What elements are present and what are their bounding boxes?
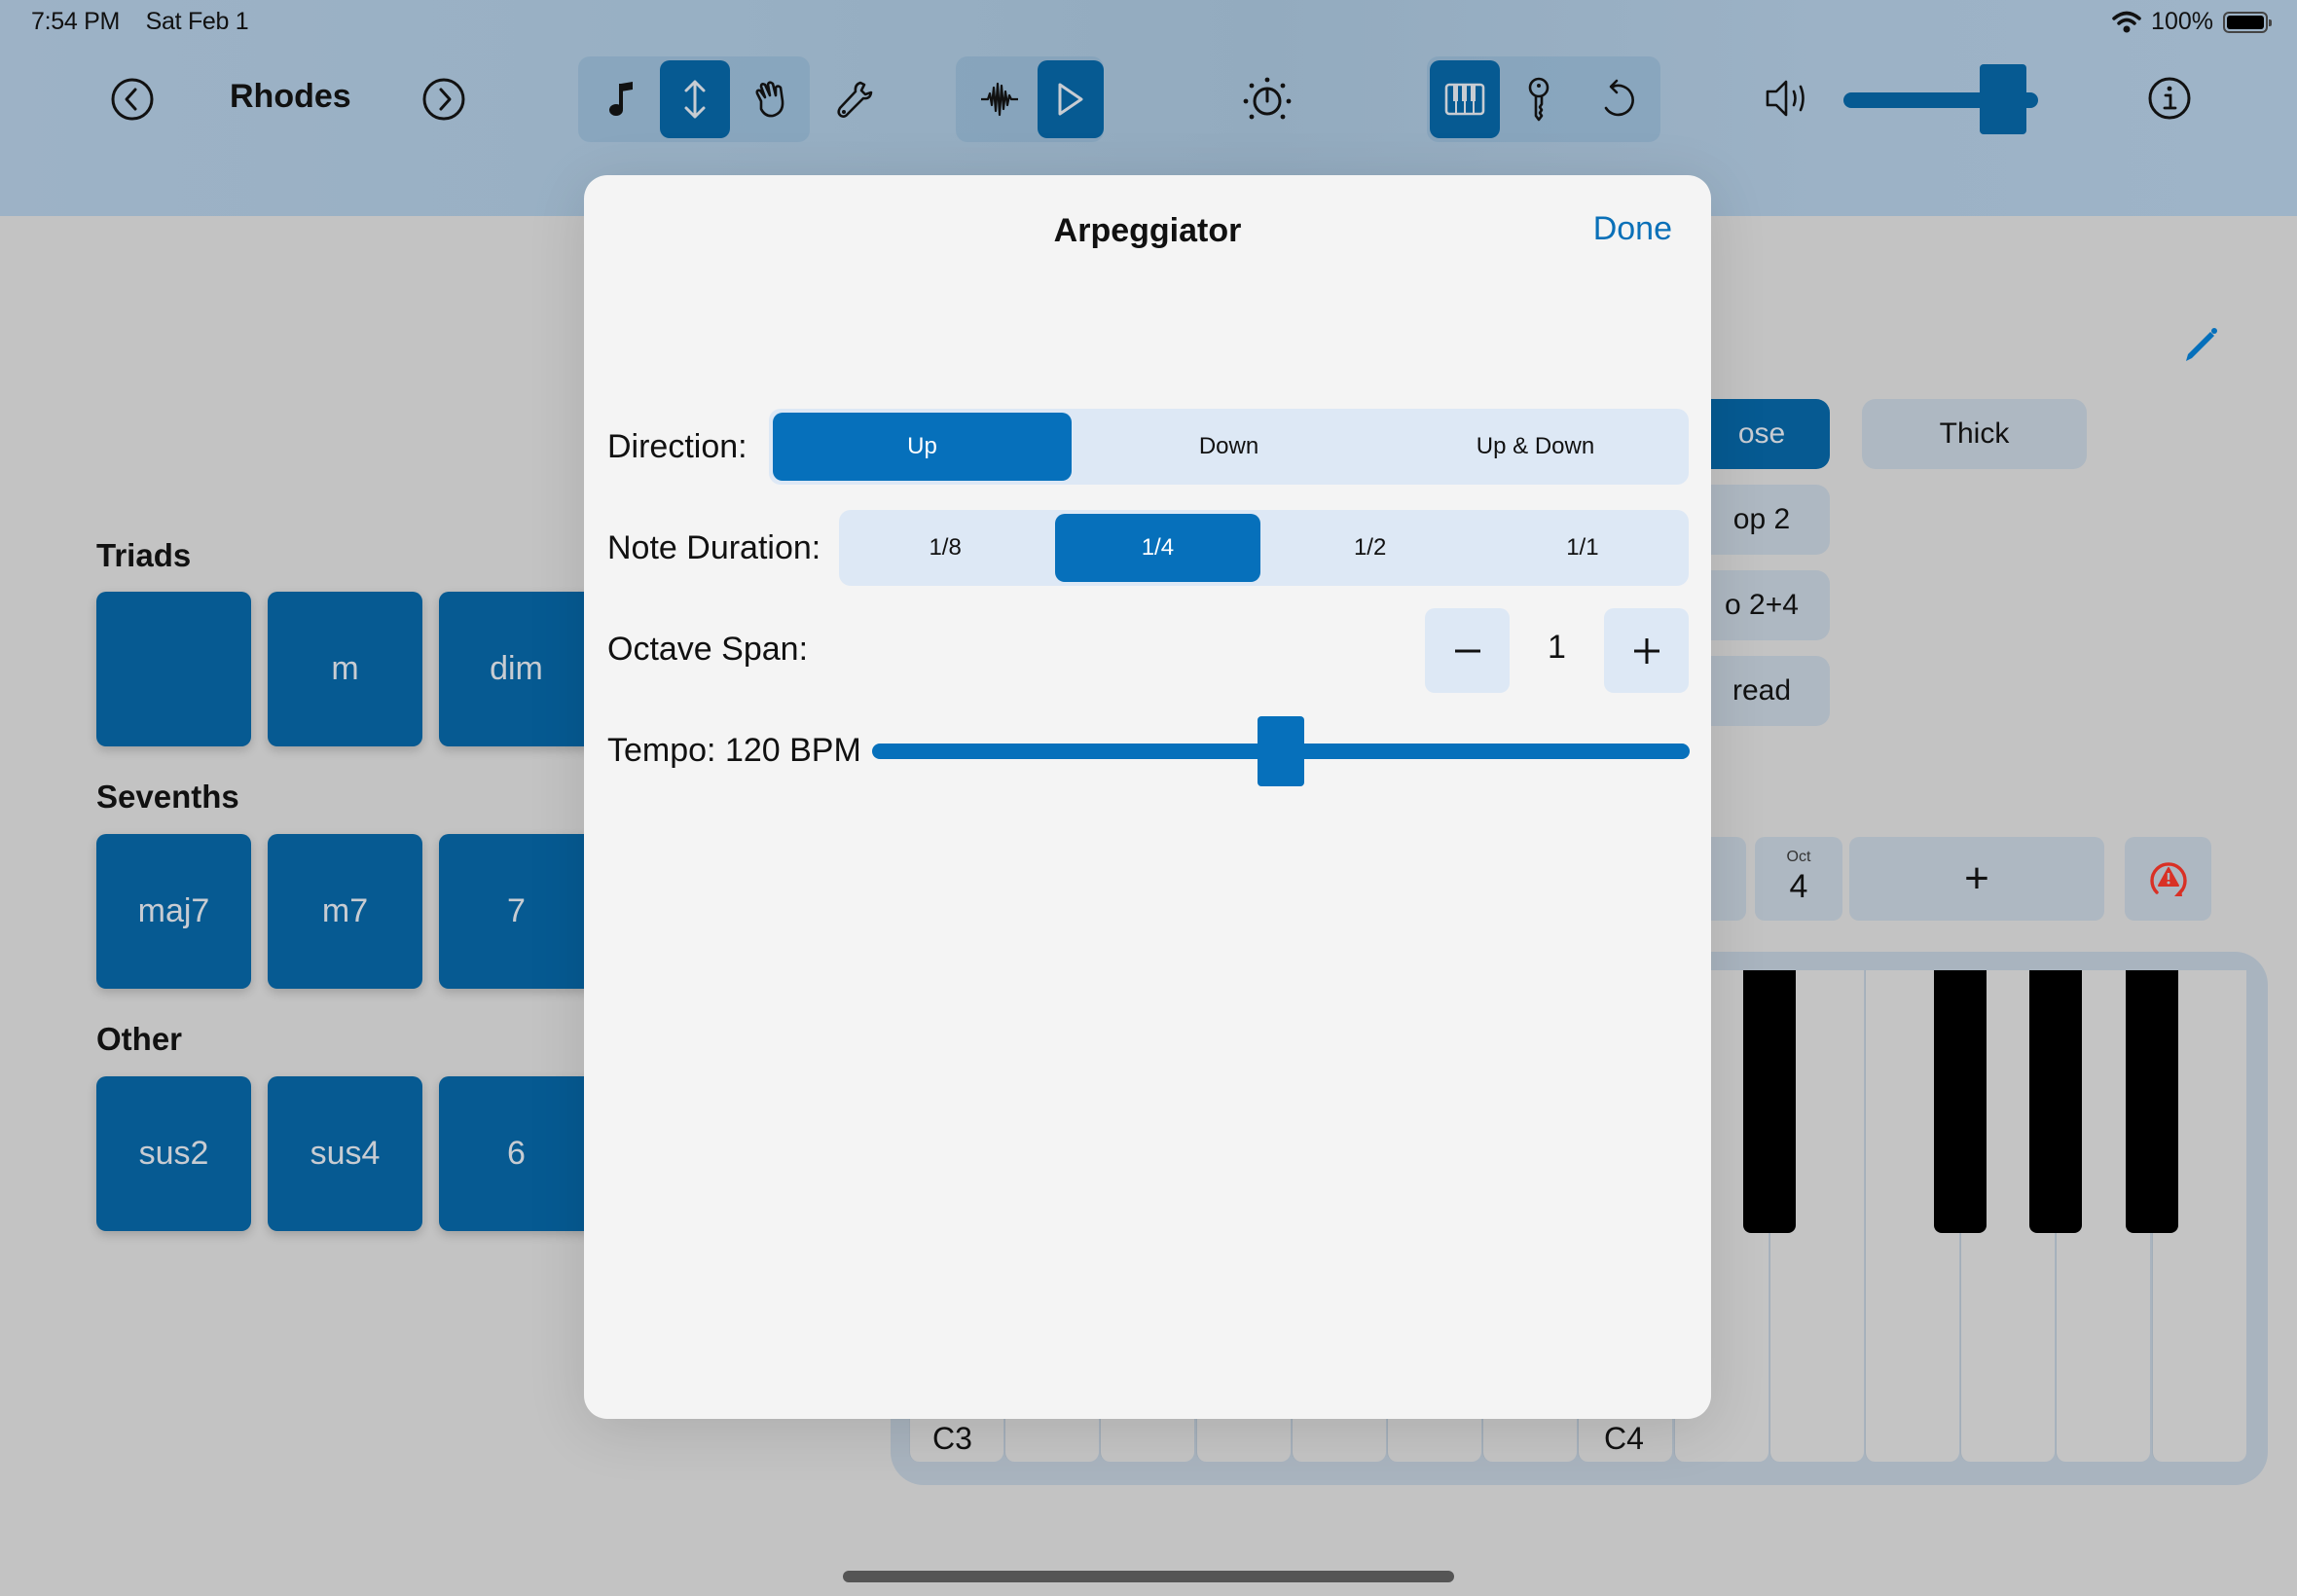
add-button[interactable]: +	[1849, 837, 2104, 921]
chord-button-6[interactable]: 6	[439, 1076, 594, 1231]
octave-span-decrement-button[interactable]	[1425, 608, 1510, 693]
tempo-label: Tempo: 120 BPM	[607, 732, 861, 769]
undo-button[interactable]	[1582, 60, 1652, 138]
tempo-slider-thumb[interactable]	[1258, 716, 1304, 786]
waveform-button[interactable]	[966, 60, 1034, 138]
waveform-icon	[981, 82, 1018, 117]
octave-display[interactable]: Oct 4	[1755, 837, 1842, 921]
chevron-left-circle-icon	[111, 78, 154, 121]
direction-label: Direction:	[607, 428, 747, 465]
wifi-icon	[2112, 11, 2141, 32]
voicing-button-thick[interactable]: Thick	[1862, 399, 2087, 469]
battery-percent: 100%	[2151, 8, 2213, 35]
octave-span-label: Octave Span:	[607, 631, 809, 668]
chord-button-sus2[interactable]: sus2	[96, 1076, 251, 1231]
direction-option-up-down[interactable]: Up & Down	[1386, 413, 1685, 481]
reset-warning-icon	[2149, 862, 2187, 896]
black-key[interactable]	[2125, 970, 2178, 1233]
wrench-icon	[837, 81, 873, 118]
home-indicator[interactable]	[843, 1571, 1454, 1582]
music-note-icon	[609, 82, 633, 116]
duration-option-half[interactable]: 1/2	[1268, 514, 1473, 582]
direction-segmented-control: Up Down Up & Down	[769, 409, 1689, 485]
duration-option-whole[interactable]: 1/1	[1480, 514, 1685, 582]
status-date: Sat Feb 1	[145, 8, 249, 35]
chord-button-minor[interactable]: m	[268, 592, 422, 746]
play-icon	[1058, 83, 1083, 116]
octave-label: Oct	[1786, 849, 1811, 865]
info-button[interactable]	[2145, 74, 2194, 123]
mode-updown-button[interactable]	[660, 60, 730, 138]
octave-span-increment-button[interactable]	[1604, 608, 1689, 693]
arrows-up-down-icon	[684, 80, 706, 119]
piano-keys-icon	[1444, 83, 1485, 116]
chord-button-dim[interactable]: dim	[439, 592, 594, 746]
reset-warning-button[interactable]	[2125, 837, 2211, 921]
minus-icon	[1454, 649, 1480, 652]
black-key[interactable]	[2029, 970, 2083, 1233]
key-button[interactable]	[1504, 60, 1574, 138]
direction-option-up[interactable]: Up	[773, 413, 1072, 481]
chord-button-sus4[interactable]: sus4	[268, 1076, 422, 1231]
speaker-icon	[1766, 80, 1805, 117]
chord-button-major[interactable]	[96, 592, 251, 746]
octave-span-value: 1	[1548, 629, 1566, 666]
duration-option-quarter[interactable]: 1/4	[1055, 514, 1260, 582]
knob-icon	[1243, 77, 1292, 120]
instrument-name: Rhodes	[230, 78, 351, 115]
next-instrument-button[interactable]	[420, 76, 467, 123]
battery-icon	[2223, 11, 2272, 33]
section-title-other: Other	[96, 1021, 183, 1057]
status-bar-left: 7:54 PM Sat Feb 1	[31, 8, 268, 36]
chord-button-maj7[interactable]: maj7	[96, 834, 251, 989]
sheet-title: Arpeggiator	[1053, 212, 1242, 249]
direction-option-down[interactable]: Down	[1079, 413, 1378, 481]
play-button[interactable]	[1038, 60, 1104, 138]
previous-instrument-button[interactable]	[109, 76, 156, 123]
arpeggiator-sheet: Arpeggiator Done Direction: Up Down Up &…	[584, 175, 1711, 1419]
mode-note-button[interactable]	[588, 60, 656, 138]
settings-button[interactable]	[825, 60, 884, 138]
metronome-button[interactable]	[1238, 70, 1296, 128]
mode-hand-button[interactable]	[736, 60, 806, 138]
info-circle-icon	[2148, 77, 2191, 120]
duration-option-eighth[interactable]: 1/8	[843, 514, 1047, 582]
keyboard-view-button[interactable]	[1430, 60, 1500, 138]
chord-button-7[interactable]: 7	[439, 834, 594, 989]
volume-button[interactable]	[1764, 74, 1816, 123]
pencil-icon	[2186, 328, 2217, 361]
chevron-right-circle-icon	[422, 78, 465, 121]
edit-voicings-button[interactable]	[2176, 321, 2225, 370]
key-label-c4: C4	[1604, 1421, 1644, 1456]
note-duration-segmented-control: 1/8 1/4 1/2 1/1	[839, 510, 1689, 586]
key-icon	[1528, 77, 1550, 122]
note-duration-label: Note Duration:	[607, 529, 821, 566]
section-title-sevenths: Sevenths	[96, 779, 239, 815]
status-time: 7:54 PM	[31, 8, 121, 35]
volume-slider-thumb[interactable]	[1980, 64, 2026, 134]
plus-icon	[1633, 637, 1659, 664]
key-label-c3: C3	[932, 1421, 972, 1456]
undo-icon	[1604, 79, 1634, 117]
done-button[interactable]: Done	[1593, 210, 1672, 248]
octave-value: 4	[1789, 868, 1808, 905]
black-key[interactable]	[1934, 970, 1987, 1233]
black-key[interactable]	[1742, 970, 1796, 1233]
status-bar-right: 100%	[2112, 8, 2272, 36]
section-title-triads: Triads	[96, 537, 192, 573]
chord-button-m7[interactable]: m7	[268, 834, 422, 989]
hand-icon	[755, 81, 784, 118]
